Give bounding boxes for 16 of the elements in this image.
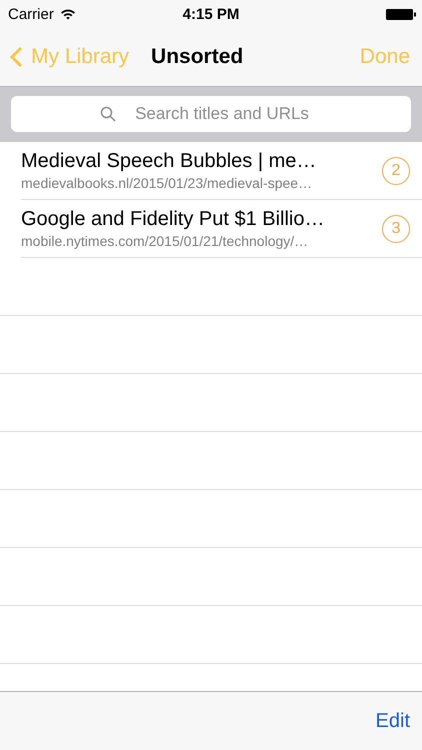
search-field[interactable]: Search titles and URLs [11,96,411,132]
bookmark-row[interactable]: Medieval Speech Bubbles | me… medievalbooks.nl/2015/01/23/medieval-spee… 2 [21,142,422,200]
bookmark-url: medievalbooks.nl/2015/01/23/medieval-spee… [21,175,314,191]
bookmark-url: mobile.nytimes.com/2015/01/21/technology/… [21,233,310,249]
nav-title: Unsorted [151,45,244,69]
chevron-left-icon [10,46,23,68]
status-time: 4:15 PM [182,6,240,22]
count-badge: 2 [382,156,410,184]
count-badge: 3 [382,214,410,242]
battery-icon [386,8,416,20]
bookmark-title: Google and Fidelity Put $1 Billio… [21,208,326,231]
bookmark-title: Medieval Speech Bubbles | me… [21,150,318,173]
wifi-icon [60,8,76,20]
edit-button[interactable]: Edit [376,710,410,732]
bookmark-row[interactable]: Google and Fidelity Put $1 Billio… mobile.nytimes.com/2015/01/21/technology/… 3 [21,200,422,258]
carrier-label: Carrier [8,6,54,22]
